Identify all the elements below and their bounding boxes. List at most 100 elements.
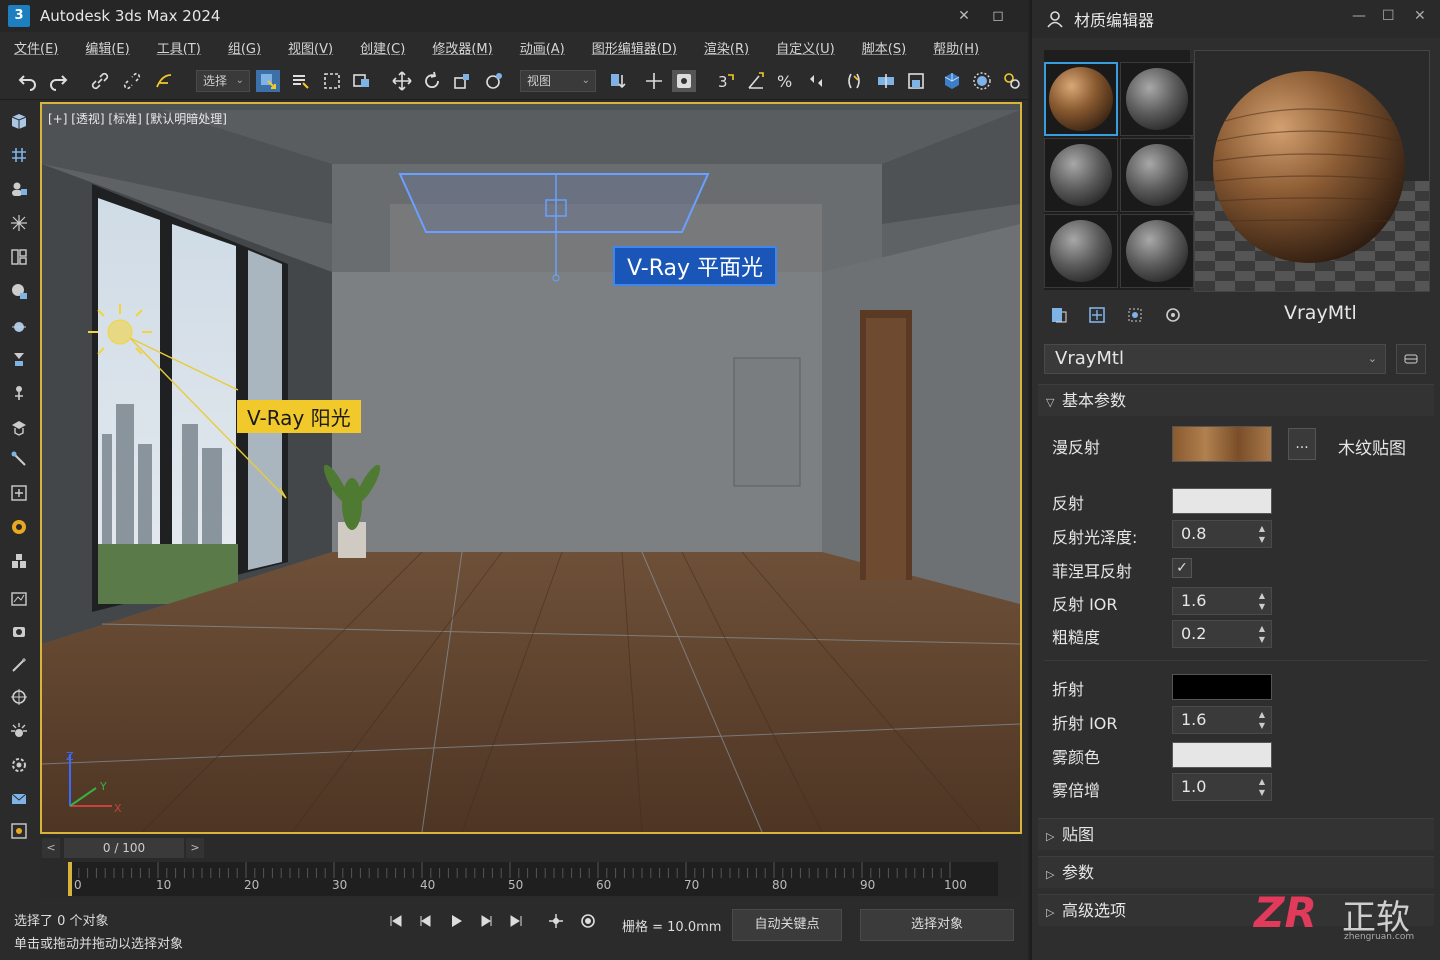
refract-ior-spinner[interactable]: 1.6 ▲ ▼ [1172, 706, 1272, 734]
reflect-ior-spinner[interactable]: 1.6 ▲ ▼ [1172, 587, 1272, 615]
undo-icon[interactable] [16, 70, 40, 92]
chat-icon[interactable] [8, 280, 30, 302]
snap-3d-icon[interactable]: 3 [714, 70, 738, 92]
wand-icon[interactable] [8, 654, 30, 676]
graph-icon[interactable] [8, 588, 30, 610]
menu-rendering[interactable]: 渲染(R) [704, 38, 749, 57]
material-editor-icon[interactable] [940, 70, 964, 92]
select-object-icon[interactable] [256, 70, 280, 92]
refract-swatch[interactable] [1172, 674, 1272, 700]
mail-icon[interactable] [8, 788, 30, 810]
track-bar[interactable]: 0 10 20 30 40 50 60 70 80 90 100 [68, 862, 998, 896]
material-type-dropdown[interactable]: VrayMtl ⌄ [1044, 344, 1386, 374]
minimize-icon[interactable]: ✕ [956, 8, 972, 24]
viewport-label[interactable]: [+] [透视] [标准] [默认明暗处理] [48, 110, 227, 127]
set-key-filter-button[interactable]: 选择对象 [860, 909, 1014, 941]
time-config-icon[interactable] [576, 910, 600, 932]
menu-create[interactable]: 创建(C) [360, 38, 405, 57]
goto-end-icon[interactable] [504, 910, 528, 932]
reflect-swatch[interactable] [1172, 488, 1272, 514]
spinner-arrows-icon[interactable]: ▲ ▼ [1259, 623, 1265, 645]
hierarchy-icon[interactable] [8, 348, 30, 370]
close-icon[interactable]: ✕ [1414, 8, 1426, 24]
reference-coord-dropdown[interactable]: 视图 ⌄ [520, 70, 596, 92]
time-slider[interactable]: 0 / 100 [64, 838, 184, 858]
fresnel-checkbox[interactable]: ✓ [1172, 558, 1192, 578]
unlink-icon[interactable] [120, 70, 144, 92]
goto-start-icon[interactable] [384, 910, 408, 932]
material-slot[interactable] [1044, 214, 1118, 288]
window-crossing-icon[interactable] [350, 70, 374, 92]
rollout-maps[interactable]: ▷ 贴图 [1038, 818, 1434, 850]
material-name[interactable]: VrayMtl [1284, 302, 1357, 324]
reset-map-icon[interactable] [1124, 304, 1146, 326]
diffuse-map-name[interactable]: 木纹贴图 [1338, 434, 1406, 459]
spinner-arrows-icon[interactable]: ▲ ▼ [1259, 523, 1265, 545]
menu-graph-editors[interactable]: 图形编辑器(D) [592, 38, 677, 57]
settings-icon[interactable] [8, 754, 30, 776]
texture-icon[interactable] [8, 820, 30, 842]
display-icon[interactable] [8, 416, 30, 438]
diffuse-swatch[interactable] [1172, 426, 1272, 462]
scale-icon[interactable] [450, 70, 474, 92]
menu-file[interactable]: 文件(E) [14, 38, 58, 57]
material-slot[interactable] [1120, 214, 1194, 288]
mirror-icon[interactable] [874, 70, 898, 92]
menu-animation[interactable]: 动画(A) [520, 38, 565, 57]
sun-icon[interactable] [8, 516, 30, 538]
move-icon[interactable] [390, 70, 414, 92]
sphere-icon[interactable] [8, 316, 30, 338]
spinner-snap-icon[interactable] [804, 70, 828, 92]
motion-icon[interactable] [8, 382, 30, 404]
named-selection-icon[interactable] [842, 70, 866, 92]
rect-selection-icon[interactable] [320, 70, 344, 92]
material-options-icon[interactable] [1162, 304, 1184, 326]
next-frame-icon[interactable] [474, 910, 498, 932]
light-icon[interactable] [8, 720, 30, 742]
menu-group[interactable]: 组(G) [228, 38, 261, 57]
create-box-icon[interactable] [8, 110, 30, 132]
percent-snap-icon[interactable]: % [774, 70, 798, 92]
timeline-next-button[interactable]: > [186, 838, 204, 858]
render-icon[interactable] [1000, 70, 1024, 92]
target-icon[interactable] [8, 686, 30, 708]
redo-icon[interactable] [46, 70, 70, 92]
timeline-prev-button[interactable]: < [42, 838, 60, 858]
reflect-gloss-spinner[interactable]: 0.8 ▲ ▼ [1172, 520, 1272, 548]
rollout-basic-params[interactable]: ▽ 基本参数 [1038, 384, 1434, 416]
material-slot[interactable] [1044, 62, 1118, 136]
material-slot[interactable] [1044, 138, 1118, 212]
menu-customize[interactable]: 自定义(U) [776, 38, 835, 57]
spinner-arrows-icon[interactable]: ▲ ▼ [1259, 590, 1265, 612]
menu-tools[interactable]: 工具(T) [157, 38, 201, 57]
material-slot[interactable] [1120, 62, 1194, 136]
camera-icon[interactable] [8, 620, 30, 642]
roughness-spinner[interactable]: 0.2 ▲ ▼ [1172, 620, 1272, 648]
maximize-icon[interactable]: ◻ [990, 8, 1006, 24]
bind-spacewarp-icon[interactable] [152, 70, 176, 92]
fog-mult-spinner[interactable]: 1.0 ▲ ▼ [1172, 773, 1272, 801]
key-mode-icon[interactable] [544, 910, 568, 932]
fog-color-swatch[interactable] [1172, 742, 1272, 768]
keyboard-shortcut-icon[interactable] [672, 70, 696, 92]
minimize-icon[interactable]: — [1352, 8, 1366, 24]
particles-icon[interactable] [8, 212, 30, 234]
place-icon[interactable] [482, 70, 506, 92]
angle-snap-icon[interactable] [744, 70, 768, 92]
select-by-name-icon[interactable] [288, 70, 312, 92]
perspective-viewport[interactable]: [+] [透视] [标准] [默认明暗处理] Z X Y V-Ray 平面光 V… [40, 102, 1022, 834]
render-setup-icon[interactable] [970, 70, 994, 92]
menu-help[interactable]: 帮助(H) [933, 38, 979, 57]
menu-modifiers[interactable]: 修改器(M) [432, 38, 492, 57]
spinner-arrows-icon[interactable]: ▲ ▼ [1259, 709, 1265, 731]
menu-scripting[interactable]: 脚本(S) [862, 38, 906, 57]
get-material-icon[interactable] [1048, 304, 1070, 326]
grid-icon[interactable] [8, 144, 30, 166]
blocks-icon[interactable] [8, 550, 30, 572]
menu-edit[interactable]: 编辑(E) [85, 38, 129, 57]
pivot-center-icon[interactable] [606, 70, 630, 92]
maximize-icon[interactable]: ☐ [1382, 8, 1395, 24]
prev-frame-icon[interactable] [414, 910, 438, 932]
spinner-arrows-icon[interactable]: ▲ ▼ [1259, 776, 1265, 798]
play-icon[interactable] [444, 910, 468, 932]
